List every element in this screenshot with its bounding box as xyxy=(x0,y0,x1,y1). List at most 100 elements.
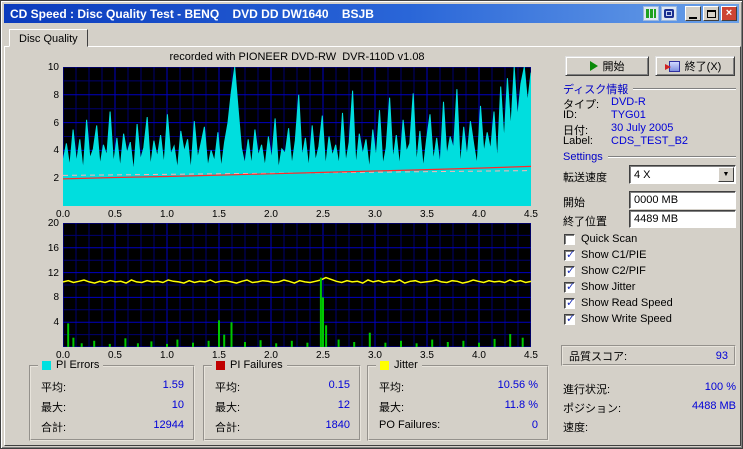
progress-status-label: 進行状況: xyxy=(563,384,611,396)
checkbox-icon[interactable] xyxy=(564,296,575,309)
exit-button-label: 終了(X) xyxy=(684,61,722,73)
app-window: CD Speed : Disc Quality Test - BENQ DVD … xyxy=(0,0,743,449)
maximize-icon xyxy=(706,9,716,18)
stat-value: 1.59 xyxy=(162,379,184,391)
stat-row: 最大: 11.8 % xyxy=(379,399,538,414)
pi-failures-summary-title: PI Failures xyxy=(230,359,283,371)
y-tick-label: 4 xyxy=(53,145,59,157)
end-position-input[interactable]: 4489 MB xyxy=(629,210,736,228)
disc-label-label: Label: xyxy=(563,135,593,147)
x-tick-label: 1.5 xyxy=(212,209,226,220)
tab-disc-quality[interactable]: Disc Quality xyxy=(9,29,88,47)
settings-header: Settings xyxy=(563,151,736,163)
pif-jitter-y-axis: 4 8 12 16 20 xyxy=(33,218,59,347)
stat-row: 平均: 10.56 % xyxy=(379,379,538,394)
chart-icon[interactable] xyxy=(643,6,659,21)
minimize-button[interactable] xyxy=(685,6,701,21)
checkbox-quick-scan[interactable]: Quick Scan xyxy=(564,232,736,246)
disc-info-header: ディスク情報 xyxy=(563,81,736,97)
y-tick-label: 16 xyxy=(47,242,59,254)
pi-errors-summary-title: PI Errors xyxy=(56,359,100,371)
y-tick-label: 12 xyxy=(47,267,59,279)
speed-row: 速度: xyxy=(563,419,736,435)
quality-score-label: 品質スコア: xyxy=(569,350,628,363)
disc-date-value: 30 July 2005 xyxy=(611,122,674,134)
end-position-value: 4489 MB xyxy=(634,213,679,225)
disc-id-row: ID: TYG01 xyxy=(563,109,736,121)
jitter-summary: Jitter 平均: 10.56 % 最大: 11.8 % PO Failures:… xyxy=(367,359,549,441)
stat-value: 10.56 % xyxy=(497,379,538,391)
x-tick-label: 4.0 xyxy=(472,209,486,220)
end-position-label: 終了位置 xyxy=(563,216,607,228)
checkbox-icon[interactable] xyxy=(564,233,575,245)
checkbox-label: Show C2/PIF xyxy=(581,265,646,277)
pif-jitter-x-axis: 0.0 0.5 1.0 1.5 2.0 2.5 3.0 3.5 4.0 4.5 xyxy=(56,350,538,362)
stat-label: PO Failures: xyxy=(379,419,441,431)
checkbox-icon[interactable] xyxy=(564,280,575,293)
start-button[interactable]: 開始 xyxy=(565,56,649,76)
divider xyxy=(607,156,736,158)
checkbox-icon[interactable] xyxy=(564,248,575,261)
titlebar-controls: × xyxy=(643,6,737,21)
y-tick-label: 10 xyxy=(47,62,59,73)
stat-label: 合計: xyxy=(215,422,241,434)
x-tick-label: 2.5 xyxy=(316,209,330,220)
checkbox-icon[interactable] xyxy=(564,264,575,277)
checkbox-label: Show C1/PIE xyxy=(581,249,647,261)
pi-errors-summary: PI Errors 平均: 1.59 最大: 10 合計: 12944 xyxy=(29,359,195,441)
chevron-down-icon[interactable]: ▼ xyxy=(718,167,734,182)
stat-row: 平均: 0.15 xyxy=(215,379,350,394)
stat-value: 10 xyxy=(171,399,184,411)
exit-button[interactable]: 終了(X) xyxy=(655,56,735,76)
stat-label: 平均: xyxy=(215,382,241,394)
quality-score-value: 93 xyxy=(715,349,728,362)
stat-value: 12 xyxy=(337,399,350,411)
disc-type-value: DVD-R xyxy=(611,96,646,108)
disc-label-value: CDS_TEST_B2 xyxy=(611,135,689,147)
stat-value: 12944 xyxy=(153,419,184,431)
x-tick-label: 3.0 xyxy=(368,209,382,220)
close-button[interactable]: × xyxy=(721,6,737,21)
start-play-icon xyxy=(589,61,598,71)
pi-failures-legend-swatch xyxy=(216,360,225,370)
checkbox-show-c1-pie[interactable]: Show C1/PIE xyxy=(564,248,736,262)
speed-select[interactable]: 4 X ▼ xyxy=(629,165,736,184)
stat-label: 合計: xyxy=(41,422,67,434)
tab-label: Disc Quality xyxy=(19,33,78,45)
jitter-legend-swatch xyxy=(380,360,389,370)
start-position-label: 開始 xyxy=(563,197,585,209)
recorded-with-label: recorded with PIONEER DVD-RW DVR-110D v1… xyxy=(169,51,425,63)
checkbox-show-read-speed[interactable]: Show Read Speed xyxy=(564,296,736,310)
stat-label: 平均: xyxy=(379,382,405,394)
stat-label: 平均: xyxy=(41,382,67,394)
checkbox-icon[interactable] xyxy=(564,312,575,325)
x-tick-label: 1.0 xyxy=(160,209,174,220)
maximize-button[interactable] xyxy=(703,6,719,21)
quality-score-box: 品質スコア: 93 xyxy=(561,345,736,366)
checkbox-label: Show Jitter xyxy=(581,281,636,293)
disc-icon[interactable] xyxy=(661,6,677,21)
checkbox-show-write-speed[interactable]: Show Write Speed xyxy=(564,312,736,326)
pi-errors-y-axis: 2 4 6 8 10 xyxy=(33,62,59,206)
titlebar[interactable]: CD Speed : Disc Quality Test - BENQ DVD … xyxy=(4,4,739,23)
progress-status-row: 進行状況: 100 % xyxy=(563,381,736,397)
speed-selected-value: 4 X xyxy=(634,168,651,181)
stat-row: 平均: 1.59 xyxy=(41,379,184,394)
pif-jitter-chart xyxy=(63,223,531,347)
start-position-input[interactable]: 0000 MB xyxy=(629,191,736,209)
position-label: ポジション: xyxy=(563,403,622,415)
stat-value: 11.8 % xyxy=(504,399,538,411)
x-tick-label: 2.0 xyxy=(264,209,278,220)
checkbox-show-c2-pif[interactable]: Show C2/PIF xyxy=(564,264,736,278)
speed-row-label: 速度: xyxy=(563,422,589,434)
start-position-value: 0000 MB xyxy=(634,194,679,206)
disc-id-label: ID: xyxy=(563,109,578,121)
x-tick-label: 2.5 xyxy=(316,350,330,361)
y-tick-label: 8 xyxy=(53,292,59,304)
checkbox-show-jitter[interactable]: Show Jitter xyxy=(564,280,736,294)
settings-header-label: Settings xyxy=(563,151,603,163)
window-title: CD Speed : Disc Quality Test - BENQ DVD … xyxy=(10,6,374,21)
stat-row: 合計: 12944 xyxy=(41,419,184,434)
y-tick-label: 6 xyxy=(53,117,59,129)
stat-label: 最大: xyxy=(215,402,241,414)
